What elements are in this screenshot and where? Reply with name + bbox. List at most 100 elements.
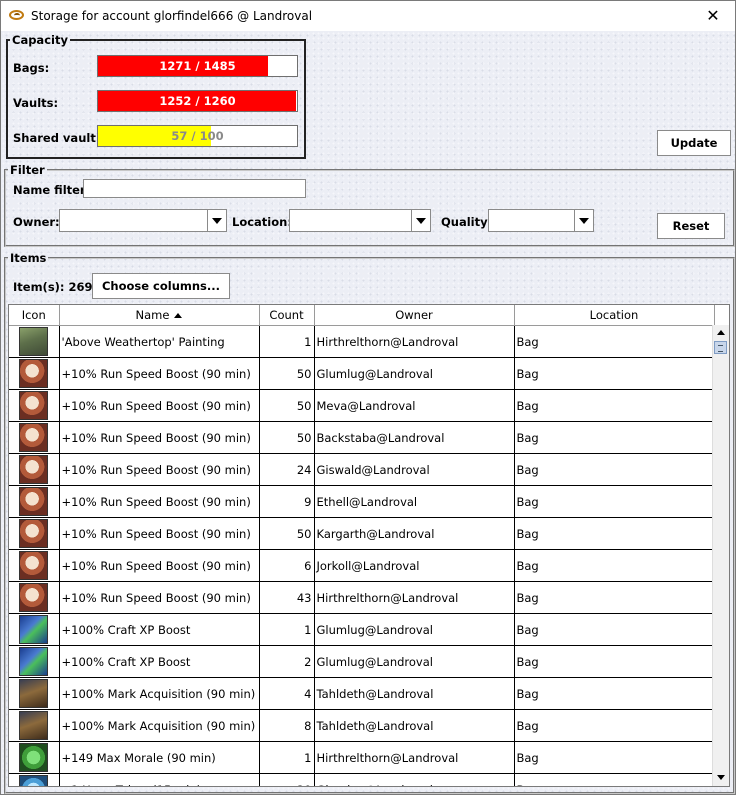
cell-count: 1 [259,325,315,358]
cell-location: Bag [514,773,715,786]
cell-location: Bag [514,613,715,646]
cell-owner: Jorkoll@Landroval [314,549,515,582]
cell-icon [9,325,60,358]
storage-window: Storage for account glorfindel666 @ Land… [0,0,736,795]
scroll-up-icon[interactable] [713,325,729,341]
table-header-row: Icon Name Count Owner Location [9,305,715,326]
sort-ascending-icon [174,313,183,318]
cell-name: +10% Run Speed Boost (90 min) [59,453,260,486]
table-row[interactable]: +10% Run Speed Boost (90 min) 50 Kargarth@… [9,517,715,550]
cell-icon [9,517,60,550]
column-header-owner[interactable]: Owner [314,305,515,326]
cell-name: +10% Run Speed Boost (90 min) [59,517,260,550]
table-row[interactable]: +100% Mark Acquisition (90 min) 8 Tahldeth… [9,709,715,742]
items-table[interactable]: Icon Name Count Owner Location 'Above We… [8,304,730,787]
column-header-icon[interactable]: Icon [9,305,60,326]
table-row[interactable]: +10% Run Speed Boost (90 min) 6 Jorkoll@La… [9,549,715,582]
cell-location: Bag [514,645,715,678]
owner-label: Owner: [13,215,60,229]
cell-owner: Giswald@Landroval [314,453,515,486]
title-bar: Storage for account glorfindel666 @ Land… [1,1,735,31]
close-button[interactable]: ✕ [691,1,735,31]
filter-panel: Filter [4,163,735,247]
cell-count: 24 [259,453,315,486]
table-row[interactable]: +10% Run Speed Boost (90 min) 43 Hirthrelt… [9,581,715,614]
run-speed-boost-icon [19,423,49,452]
cell-name: +10% Run Speed Boost (90 min) [59,421,260,454]
cell-owner: Tahldeth@Landroval [314,677,515,710]
bags-label: Bags: [13,61,50,75]
cell-count: 1 [259,613,315,646]
quality-label: Quality: [441,215,493,229]
cell-name: +100% Mark Acquisition (90 min) [59,677,260,710]
table-row[interactable]: +10% Run Speed Boost (90 min) 24 Giswald@L… [9,453,715,486]
table-row[interactable]: +100% Craft XP Boost 1 Glumlug@Landroval Ba… [9,613,715,646]
shared-vault-capacity-text: 57 / 100 [171,129,224,143]
name-filter-input[interactable] [83,179,306,198]
cell-owner: Backstaba@Landroval [314,421,515,454]
table-row[interactable]: +100% Mark Acquisition (90 min) 4 Tahldeth… [9,677,715,710]
choose-columns-button[interactable]: Choose columns... [92,273,230,299]
table-row[interactable]: +100% Craft XP Boost 2 Glumlug@Landroval Ba… [9,645,715,678]
cell-icon [9,389,60,422]
cell-owner: Hirthrelthorn@Landroval [314,581,515,614]
craft-xp-boost-icon [19,615,49,644]
table-row[interactable]: +10% Run Speed Boost (90 min) 9 Ethell@Lan… [9,485,715,518]
vertical-scrollbar[interactable] [712,325,729,786]
cell-owner: Ethell@Landroval [314,485,515,518]
cell-count: 50 [259,357,315,390]
cell-count: 20 [259,773,315,786]
capacity-legend: Capacity [12,33,68,47]
owner-combo[interactable] [59,209,227,232]
cell-count: 50 [259,389,315,422]
cell-name: 'Above Weathertop' Painting [59,325,260,358]
cell-icon [9,709,60,742]
cell-icon [9,549,60,582]
table-row[interactable]: 'Above Weathertop' Painting 1 Hirthrelthor… [9,325,715,358]
cell-location: Bag [514,421,715,454]
cell-location: Bag [514,581,715,614]
cell-icon [9,677,60,710]
cell-owner: Glumlug@Landroval [314,773,515,786]
table-row[interactable]: +1 Hope Token (15 min)20Glumlug@Landrova… [9,773,715,786]
chevron-down-icon[interactable] [207,210,226,231]
item-count-label: Item(s): 2696 [13,280,101,294]
cell-location: Bag [514,357,715,390]
cell-name: +10% Run Speed Boost (90 min) [59,549,260,582]
table-row[interactable]: +149 Max Morale (90 min) 1 Hirthrelthorn@L… [9,741,715,774]
cell-name: +149 Max Morale (90 min) [59,741,260,774]
cell-count: 50 [259,421,315,454]
chevron-down-icon[interactable] [574,210,593,231]
painting-icon [19,327,49,356]
update-button[interactable]: Update [657,130,731,156]
run-speed-boost-icon [19,455,49,484]
cell-count: 50 [259,517,315,550]
window-title: Storage for account glorfindel666 @ Land… [31,9,313,23]
column-header-count[interactable]: Count [259,305,315,326]
cell-owner: Tahldeth@Landroval [314,709,515,742]
column-header-location[interactable]: Location [514,305,715,326]
mark-acquisition-icon [19,711,49,740]
column-header-name[interactable]: Name [59,305,260,326]
reset-button[interactable]: Reset [657,213,725,239]
location-combo[interactable] [289,209,431,232]
cell-location: Bag [514,517,715,550]
cell-name: +100% Craft XP Boost [59,645,260,678]
scroll-thumb[interactable] [714,341,727,354]
ring-icon [9,10,24,20]
table-row[interactable]: +10% Run Speed Boost (90 min) 50 Glumlug@L… [9,357,715,390]
cell-name: +10% Run Speed Boost (90 min) [59,581,260,614]
cell-owner: Hirthrelthorn@Landroval [314,741,515,774]
cell-icon [9,613,60,646]
shared-vault-capacity-bar: 57 / 100 [97,125,298,147]
items-grid: Icon Name Count Owner Location 'Above We… [9,305,715,786]
max-morale-icon [19,743,49,772]
table-row[interactable]: +10% Run Speed Boost (90 min) 50 Meva@Land… [9,389,715,422]
quality-combo[interactable] [488,209,594,232]
cell-icon [9,357,60,390]
table-row[interactable]: +10% Run Speed Boost (90 min) 50 Backstaba… [9,421,715,454]
scroll-down-icon[interactable] [713,770,729,786]
cell-icon [9,773,60,786]
chevron-down-icon[interactable] [411,210,430,231]
run-speed-boost-icon [19,551,49,580]
